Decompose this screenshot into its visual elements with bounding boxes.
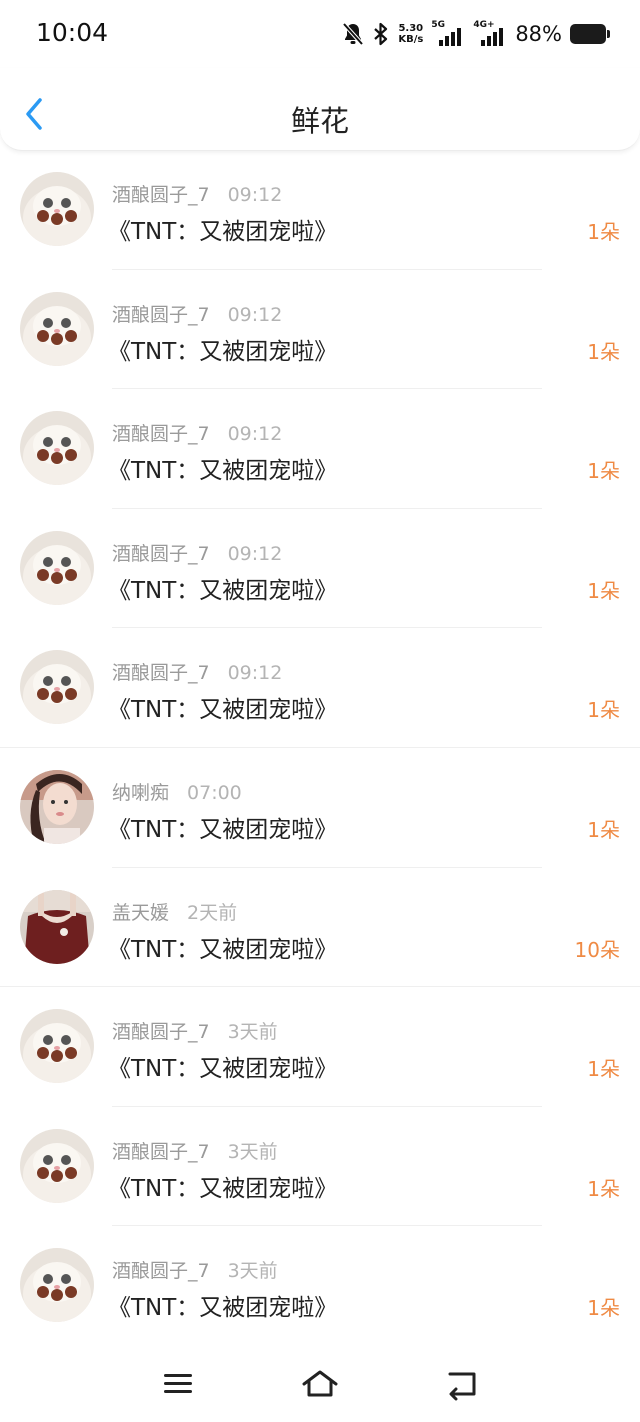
- flower-list: 酒酿圆子_7 09:12 《TNT：又被团宠啦》 1朵 酒酿圆子_7 09:12…: [0, 150, 640, 1346]
- timestamp: 3天前: [227, 1140, 278, 1163]
- list-item[interactable]: 酒酿圆子_7 3天前 《TNT：又被团宠啦》 1朵: [0, 1226, 640, 1346]
- meta-line: 酒酿圆子_7 09:12: [112, 419, 282, 446]
- list-item[interactable]: 盖天媛 2天前 《TNT：又被团宠啦》 10朵: [0, 868, 640, 988]
- username[interactable]: 酒酿圆子_7: [112, 662, 210, 684]
- list-item[interactable]: 酒酿圆子_7 09:12 《TNT：又被团宠啦》 1朵: [0, 389, 640, 509]
- speed-unit: KB/s: [398, 34, 424, 45]
- mute-bell-icon: [342, 22, 364, 46]
- home-button[interactable]: [300, 1367, 340, 1401]
- list-item[interactable]: 酒酿圆子_7 09:12 《TNT：又被团宠啦》 1朵: [0, 628, 640, 748]
- list-item[interactable]: 酒酿圆子_7 3天前 《TNT：又被团宠啦》 1朵: [0, 1107, 640, 1227]
- avatar[interactable]: [20, 1128, 94, 1203]
- screen: 10:04 5.30 KB/s 5G 4G+ 88% 鲜花 酒酿圆子_7 09:…: [0, 0, 640, 1422]
- timestamp: 09:12: [227, 303, 283, 326]
- flower-count: 1朵: [587, 578, 620, 603]
- menu-button[interactable]: [158, 1367, 198, 1401]
- meta-line: 纳喇痴 07:00: [112, 778, 242, 805]
- book-title: 《TNT：又被团宠啦》: [108, 697, 338, 724]
- avatar[interactable]: [20, 889, 94, 964]
- book-title: 《TNT：又被团宠啦》: [108, 1175, 338, 1202]
- timestamp: 09:12: [227, 542, 283, 565]
- page-title: 鲜花: [290, 104, 349, 138]
- flower-count: 1朵: [587, 817, 620, 842]
- status-time: 10:04: [36, 18, 109, 47]
- book-title: 《TNT：又被团宠啦》: [108, 219, 338, 245]
- flower-count: 1朵: [587, 220, 620, 244]
- timestamp: 07:00: [187, 781, 242, 804]
- list-item[interactable]: 酒酿圆子_7 09:12 《TNT：又被团宠啦》 1朵: [0, 150, 640, 270]
- back-icon: [448, 1372, 476, 1401]
- status-icons: 5.30 KB/s 5G 4G+ 88%: [342, 18, 610, 50]
- username[interactable]: 酒酿圆子_7: [112, 304, 210, 326]
- flower-count: 1朵: [587, 1176, 620, 1201]
- avatar[interactable]: [20, 650, 94, 725]
- battery-percent: 88%: [515, 22, 562, 46]
- book-title: 《TNT：又被团宠啦》: [108, 1295, 338, 1322]
- flower-count: 10朵: [574, 937, 620, 962]
- back-nav-button[interactable]: [442, 1367, 482, 1401]
- timestamp: 3天前: [227, 1021, 278, 1044]
- avatar[interactable]: [20, 172, 94, 246]
- list-item[interactable]: 纳喇痴 07:00 《TNT：又被团宠啦》 1朵: [0, 748, 640, 868]
- username[interactable]: 酒酿圆子_7: [112, 1141, 210, 1163]
- list-item[interactable]: 酒酿圆子_7 09:12 《TNT：又被团宠啦》 1朵: [0, 509, 640, 629]
- meta-line: 酒酿圆子_7 09:12: [112, 658, 282, 685]
- username[interactable]: 酒酿圆子_7: [112, 1021, 210, 1043]
- home-icon: [302, 1370, 338, 1397]
- timestamp: 3天前: [227, 1260, 278, 1283]
- book-title: 《TNT：又被团宠啦》: [108, 338, 338, 365]
- book-title: 《TNT：又被团宠啦》: [108, 458, 338, 485]
- avatar[interactable]: [20, 1009, 94, 1084]
- meta-line: 酒酿圆子_7 09:12: [112, 300, 282, 327]
- network-speed: 5.30 KB/s: [398, 23, 423, 45]
- bluetooth-icon: [372, 22, 390, 46]
- meta-line: 酒酿圆子_7 3天前: [112, 1137, 278, 1164]
- speed-value: 5.30: [398, 23, 424, 34]
- flower-count: 1朵: [587, 698, 620, 723]
- username[interactable]: 酒酿圆子_7: [112, 543, 210, 565]
- battery-icon: [570, 24, 610, 44]
- book-title: 《TNT：又被团宠啦》: [108, 936, 338, 963]
- book-title: 《TNT：又被团宠啦》: [108, 816, 338, 843]
- meta-line: 盖天媛 2天前: [112, 898, 237, 925]
- username[interactable]: 酒酿圆子_7: [112, 1260, 210, 1282]
- username[interactable]: 酒酿圆子_7: [112, 184, 210, 206]
- avatar[interactable]: [20, 1248, 94, 1323]
- signal-icon: 5G: [431, 20, 465, 48]
- status-bar: 10:04 5.30 KB/s 5G 4G+ 88%: [0, 0, 640, 68]
- timestamp: 09:12: [227, 662, 283, 685]
- avatar[interactable]: [20, 769, 94, 844]
- system-nav-bar: [0, 1345, 640, 1422]
- meta-line: 酒酿圆子_7 3天前: [112, 1017, 278, 1044]
- flower-count: 1朵: [587, 459, 620, 484]
- flower-count: 1朵: [587, 1296, 620, 1321]
- avatar[interactable]: [20, 411, 94, 486]
- avatar[interactable]: [20, 291, 94, 366]
- flower-count: 1朵: [587, 339, 620, 364]
- timestamp: 09:12: [227, 423, 283, 446]
- meta-line: 酒酿圆子_7 3天前: [112, 1256, 278, 1283]
- username[interactable]: 酒酿圆子_7: [112, 423, 210, 445]
- meta-line: 酒酿圆子_7 09:12: [112, 180, 282, 207]
- timestamp: 09:12: [227, 184, 283, 206]
- book-title: 《TNT：又被团宠啦》: [108, 1056, 338, 1083]
- avatar[interactable]: [20, 530, 94, 605]
- timestamp: 2天前: [187, 901, 238, 924]
- list-item[interactable]: 酒酿圆子_7 09:12 《TNT：又被团宠啦》 1朵: [0, 270, 640, 390]
- header: 鲜花: [0, 68, 640, 151]
- username[interactable]: 纳喇痴: [112, 782, 169, 804]
- meta-line: 酒酿圆子_7 09:12: [112, 539, 282, 566]
- menu-icon: [164, 1374, 192, 1393]
- book-title: 《TNT：又被团宠啦》: [108, 577, 338, 604]
- flower-count: 1朵: [587, 1057, 620, 1082]
- username[interactable]: 盖天媛: [112, 902, 169, 924]
- signal-icon: 4G+: [473, 20, 507, 48]
- list-item[interactable]: 酒酿圆子_7 3天前 《TNT：又被团宠啦》 1朵: [0, 987, 640, 1107]
